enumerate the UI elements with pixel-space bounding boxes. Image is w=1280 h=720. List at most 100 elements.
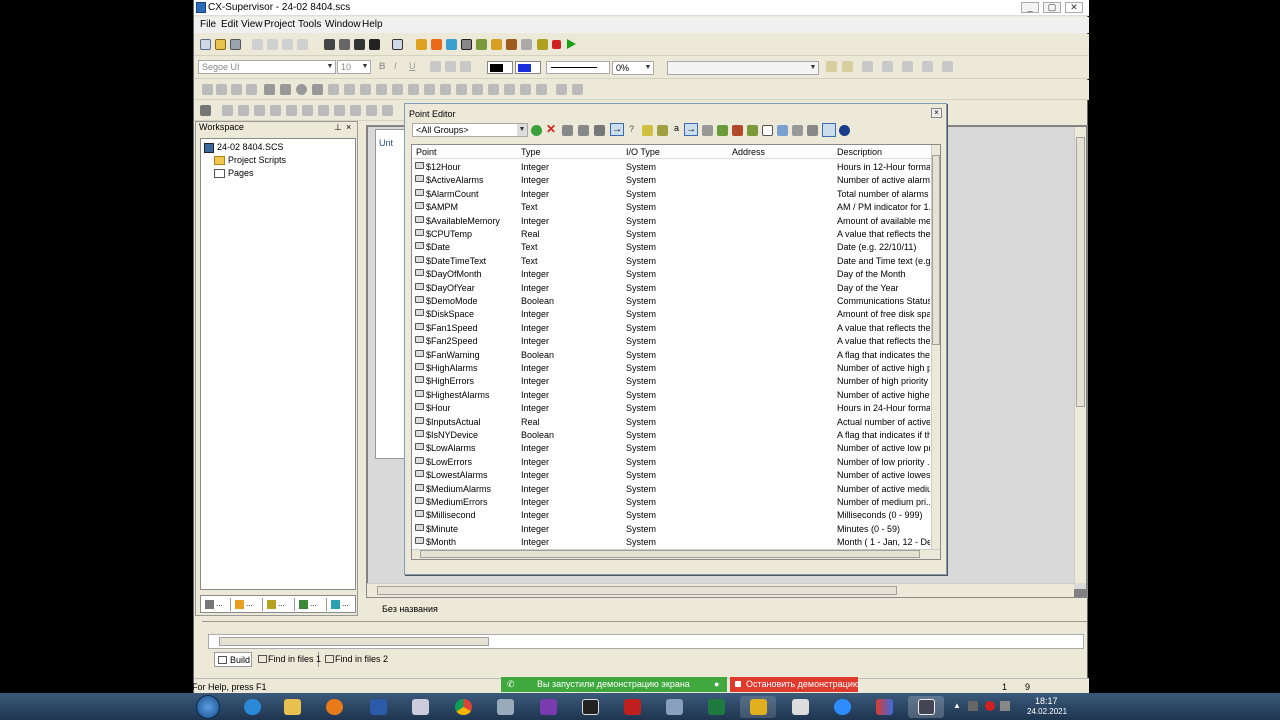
checkbox-tool-icon[interactable] (472, 84, 483, 95)
help-icon[interactable] (354, 39, 365, 50)
dialog-close-button[interactable]: × (931, 108, 942, 118)
same-size-icon[interactable] (366, 105, 377, 116)
find-icon[interactable] (324, 39, 335, 50)
space-v-icon[interactable] (318, 105, 329, 116)
table-row[interactable]: $DateTimeText Text System Date and Time tex… (412, 255, 931, 268)
table-row[interactable]: $HighErrors Integer System Number of high p… (412, 375, 931, 388)
ungroup-icon[interactable] (286, 105, 297, 116)
table-row[interactable]: $IsNYDevice Boolean System A flag that indi… (412, 429, 931, 442)
taskbar-app-color[interactable] (866, 696, 902, 718)
table-row[interactable]: $Millisecond Integer System Milliseconds (0… (412, 509, 931, 522)
line-tool-icon[interactable] (246, 84, 257, 95)
column-address[interactable]: Address (732, 147, 765, 157)
pipe-tool-icon[interactable] (360, 84, 371, 95)
menu-view[interactable]: View (241, 19, 263, 30)
toggle-tool-icon[interactable] (392, 84, 403, 95)
compile-icon[interactable] (537, 39, 548, 50)
list-hscroll[interactable] (412, 549, 940, 559)
tray-date[interactable]: 24.02.2021 (1027, 707, 1067, 716)
edit-box-tool-icon[interactable] (488, 84, 499, 95)
run-icon[interactable] (567, 39, 576, 49)
table-row[interactable]: $LowErrors Integer System Number of low pri… (412, 456, 931, 469)
align-top-icon[interactable] (862, 61, 873, 72)
maximize-button[interactable]: ▢ (1043, 2, 1061, 13)
tray-icon-1[interactable] (968, 701, 978, 711)
minimize-button[interactable]: _ (1021, 2, 1039, 13)
taskbar-document[interactable] (402, 696, 438, 718)
align-left-icon[interactable] (430, 61, 441, 72)
tree-view-icon[interactable] (792, 125, 803, 136)
project-icon[interactable] (416, 39, 427, 50)
table-row[interactable]: $Fan2Speed Integer System A value that refl… (412, 335, 931, 348)
taskbar-ie[interactable] (234, 696, 270, 718)
table-row[interactable]: $Month Integer System Month ( 1 - Jan, 12 -… (412, 536, 931, 549)
table-row[interactable]: $DayOfMonth Integer System Day of the Month (412, 268, 931, 281)
details-view-icon[interactable] (822, 123, 836, 137)
button-tool-icon[interactable] (376, 84, 387, 95)
tools-icon[interactable] (200, 105, 211, 116)
copy-point-icon[interactable] (562, 125, 573, 136)
polyline-tool-icon[interactable] (328, 84, 339, 95)
stop-share-button[interactable]: Остановить демонстрацию (730, 677, 860, 692)
recipe-icon[interactable] (491, 39, 502, 50)
underline-icon[interactable]: U (409, 61, 416, 71)
table-row[interactable]: $Minute Integer System Minutes (0 - 59) (412, 523, 931, 536)
info-icon[interactable] (839, 125, 850, 136)
taskbar-zoom[interactable] (824, 696, 860, 718)
tab-find-files-2[interactable]: Find in files 2 (322, 652, 388, 667)
text-tool-icon[interactable] (216, 84, 227, 95)
list-view-icon[interactable] (807, 125, 818, 136)
table-row[interactable]: $HighAlarms Integer System Number of active… (412, 362, 931, 375)
ellipse-tool-icon[interactable] (296, 84, 307, 95)
save-icon[interactable] (230, 39, 241, 50)
menu-window[interactable]: Window (325, 19, 361, 30)
point-editor-icon[interactable] (461, 39, 472, 50)
taskbar-app-red[interactable] (614, 696, 650, 718)
taskbar-explorer[interactable] (274, 696, 310, 718)
delete-icon[interactable]: ✕ (546, 122, 556, 136)
table-row[interactable]: $FanWarning Boolean System A flag that indi… (412, 349, 931, 362)
table-row[interactable]: $MediumErrors Integer System Number of medi… (412, 496, 931, 509)
table-row[interactable]: $AvailableMemory Integer System Amount of a… (412, 215, 931, 228)
menu-tools[interactable]: Tools (298, 19, 321, 30)
start-button[interactable] (196, 695, 220, 719)
align-middle-icon[interactable] (882, 61, 893, 72)
label-tool-icon[interactable] (504, 84, 515, 95)
scroll-thumb[interactable] (1076, 137, 1085, 407)
context-help-icon[interactable] (369, 39, 380, 50)
space-h-icon[interactable] (302, 105, 313, 116)
transparency-select[interactable]: 0% ▼ (612, 61, 654, 75)
taskbar-cx-supervisor[interactable] (740, 696, 776, 718)
table-row[interactable]: $DemoMode Boolean System Communications Sta… (412, 295, 931, 308)
menu-file[interactable]: File (200, 19, 216, 30)
distribute-icon[interactable] (922, 61, 933, 72)
table-row[interactable]: $ActiveAlarms Integer System Number of acti… (412, 174, 931, 187)
filter-icon[interactable] (642, 125, 653, 136)
rectangle-tool-icon[interactable] (264, 84, 275, 95)
close-icon[interactable]: × (346, 122, 351, 132)
column-description[interactable]: Description (837, 147, 882, 157)
close-button[interactable]: ✕ (1065, 2, 1083, 13)
table-row[interactable]: $DiskSpace Integer System Amount of free di… (412, 308, 931, 321)
mdi-vscroll[interactable] (1074, 127, 1086, 583)
size-select[interactable]: 10 ▼ (337, 60, 371, 74)
rounded-rect-tool-icon[interactable] (280, 84, 291, 95)
fill-color-picker[interactable] (515, 61, 541, 74)
table-row[interactable]: $HighestAlarms Integer System Number of act… (412, 389, 931, 402)
taskbar-app-window[interactable] (782, 696, 818, 718)
scroll-thumb[interactable] (420, 550, 920, 558)
table-row[interactable]: $AMPM Text System AM / PM indicator for 1..… (412, 201, 931, 214)
undo-icon[interactable] (297, 39, 308, 50)
tab-pages[interactable]: ... (203, 598, 231, 611)
taskbar-media[interactable] (316, 696, 352, 718)
taskbar-app-search[interactable] (656, 696, 692, 718)
page-window-behind[interactable]: Unt (375, 129, 405, 459)
italic-icon[interactable]: I (394, 61, 397, 71)
object-select[interactable]: ▼ (667, 61, 819, 75)
bring-front-icon[interactable] (826, 61, 837, 72)
taskbar-tool[interactable] (487, 696, 523, 718)
scroll-thumb[interactable] (932, 155, 940, 345)
chart-tool-icon[interactable] (520, 84, 531, 95)
stop-icon[interactable] (552, 40, 561, 49)
line-style-select[interactable] (546, 61, 610, 74)
